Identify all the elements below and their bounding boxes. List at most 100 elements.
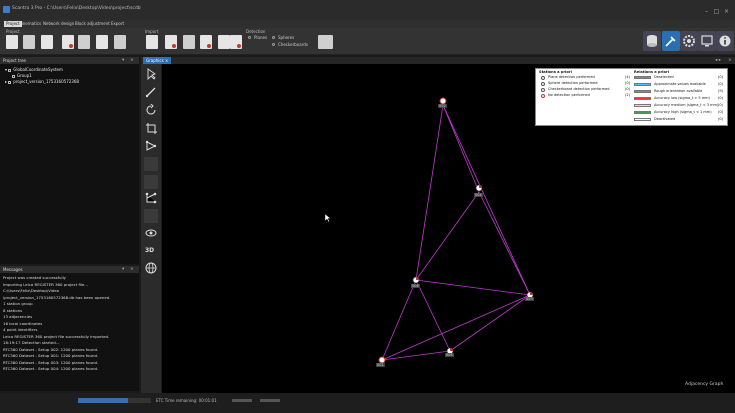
disabled-tool-button[interactable] — [144, 209, 158, 223]
expand-arrow-icon[interactable]: ▾ — [5, 67, 7, 72]
legend-relation-label: Deactivated — [654, 117, 676, 121]
close-project-button[interactable] — [62, 35, 74, 49]
globe-icon — [145, 262, 157, 274]
tree-item-project-version[interactable]: ▸ project_version_1753160572368 — [5, 79, 79, 84]
menu-kinematics[interactable]: Kinematics — [17, 21, 43, 27]
select-tool-button[interactable] — [144, 67, 158, 81]
view-tool-button[interactable] — [144, 226, 158, 240]
maximize-button[interactable]: □ — [713, 9, 720, 15]
layers-button[interactable] — [114, 35, 126, 49]
rotate-icon — [146, 104, 156, 115]
node-label: 003 — [525, 297, 534, 301]
crop-tool-button[interactable] — [144, 121, 158, 135]
legend-station-label: Sphere detection performed — [548, 81, 598, 85]
disabled-tool-button[interactable] — [144, 157, 158, 171]
save-project-button[interactable] — [41, 35, 53, 49]
minimize-button[interactable]: – — [703, 9, 710, 15]
legend-relation-label: Rough orientation available — [654, 89, 703, 93]
open-project-button[interactable] — [23, 35, 35, 49]
import-register-button[interactable] — [165, 35, 177, 49]
graph-nodes-icon — [145, 192, 157, 204]
tree-item-coordinate-system[interactable]: ▾ GlobalCoordinateSystem — [5, 67, 63, 72]
import-e57-button[interactable] — [183, 35, 195, 49]
connect-nodes-tool-button[interactable] — [144, 191, 158, 205]
sphere-detection-icon — [541, 81, 545, 86]
node-label: 004 — [474, 193, 483, 197]
new-project-button[interactable] — [6, 35, 18, 49]
message-line: RTC360 Dataset - Setup 003: 1200 planes … — [3, 359, 99, 365]
panel-close-icon[interactable]: × — [130, 266, 134, 273]
legend-station-count: (0) — [625, 87, 630, 91]
menu-export[interactable]: Export — [109, 21, 126, 27]
message-line: RTC360 Dataset - Setup 004: 1200 planes … — [3, 366, 99, 371]
window-title: Scantra 3 Pro - C:\Users\Felix\Desktop\V… — [12, 6, 141, 11]
graph-edge — [415, 191, 480, 281]
tree-item-group[interactable]: Group1 — [12, 73, 32, 78]
legend-relation-label: Accuracy medium (sigma_t < 3 mm) — [654, 103, 719, 107]
message-line: 4 point identifiers — [3, 327, 38, 332]
node-label: 001 — [376, 363, 385, 367]
station-node-marker — [450, 348, 453, 351]
no-detection-icon — [541, 93, 545, 98]
message-line: 13 adjacencies — [3, 314, 33, 319]
legend-station-count: (0) — [625, 81, 630, 85]
node-label: 006 — [411, 284, 420, 288]
polyline-icon — [145, 140, 157, 151]
legend-relation-count: (0) — [718, 75, 723, 79]
project-settings-button[interactable] — [78, 35, 90, 49]
group-label-import: Import — [145, 29, 159, 34]
status-text: ETC Time remaining: 00:01:01 — [156, 398, 217, 403]
tree-checkbox[interactable] — [12, 74, 15, 78]
import-db-button[interactable] — [200, 35, 212, 49]
message-line: Leica REGISTER 360 project file successf… — [3, 333, 110, 339]
relation-color-swatch — [634, 90, 651, 93]
checkerboard-detection-icon — [541, 87, 545, 92]
path-tool-button[interactable] — [144, 139, 158, 153]
spheres-radio[interactable] — [272, 36, 275, 39]
run-detection-button[interactable] — [318, 35, 333, 49]
graph-edge — [442, 104, 531, 296]
progress-fill — [78, 398, 128, 403]
rotate-tool-button[interactable] — [144, 103, 158, 117]
tab-graphics[interactable]: Graphics × — [143, 57, 172, 64]
close-button[interactable]: × — [723, 9, 730, 15]
expand-arrow-icon[interactable]: ▸ — [5, 79, 7, 84]
graphics-viewport[interactable]: 002 004 006 003 001 005 Stations a prior… — [162, 64, 735, 393]
gear-icon — [683, 35, 695, 47]
graph-nodes — [378, 97, 534, 364]
menu-network-design[interactable]: Network design — [41, 21, 76, 27]
planes-radio[interactable] — [248, 36, 251, 39]
tab-nav-icon[interactable]: ◂ ▸ — [715, 57, 721, 64]
message-line: Project was created successfully — [3, 275, 66, 280]
3d-view-button[interactable]: 3D — [144, 244, 158, 258]
graph-edge — [442, 104, 480, 193]
import-target-button[interactable] — [218, 35, 230, 49]
message-line: \project_version_1753160572368.db has be… — [3, 294, 111, 300]
tree-checkbox[interactable] — [8, 68, 12, 72]
spheres-label: Spheres — [278, 35, 295, 40]
home-button[interactable] — [96, 35, 108, 49]
panel-pin-icon[interactable]: ▾ — [122, 266, 124, 273]
panel-pin-icon[interactable]: ▾ — [122, 57, 124, 64]
menu-block-adjustment[interactable]: Block adjustment — [73, 21, 112, 27]
panel-close-icon[interactable]: × — [130, 57, 134, 64]
viewer-button[interactable] — [698, 31, 716, 51]
import-extra-button[interactable] — [230, 35, 242, 49]
disabled-tool-button[interactable] — [144, 175, 158, 189]
globe-tool-button[interactable] — [144, 261, 158, 275]
graphics-toolbar: 3D — [141, 64, 161, 393]
legend-relation-count: (0) — [718, 110, 723, 114]
checkerboards-radio[interactable] — [272, 43, 275, 46]
checkerboards-label: Checkerboards — [278, 42, 308, 47]
message-line: C:\Users\Felix\Desktop\Video — [3, 288, 59, 293]
title-bar: Scantra 3 Pro - C:\Users\Felix\Desktop\V… — [0, 0, 735, 20]
settings-button[interactable] — [680, 31, 698, 51]
draw-line-tool-button[interactable] — [144, 85, 158, 99]
import-scans-button[interactable] — [146, 35, 158, 49]
tools-button[interactable] — [662, 31, 680, 51]
graph-edge — [449, 294, 531, 352]
tree-checkbox[interactable] — [8, 80, 12, 84]
panel-close-icon[interactable]: × — [728, 57, 732, 64]
info-button[interactable] — [716, 31, 734, 51]
database-tool-button[interactable] — [643, 31, 661, 51]
